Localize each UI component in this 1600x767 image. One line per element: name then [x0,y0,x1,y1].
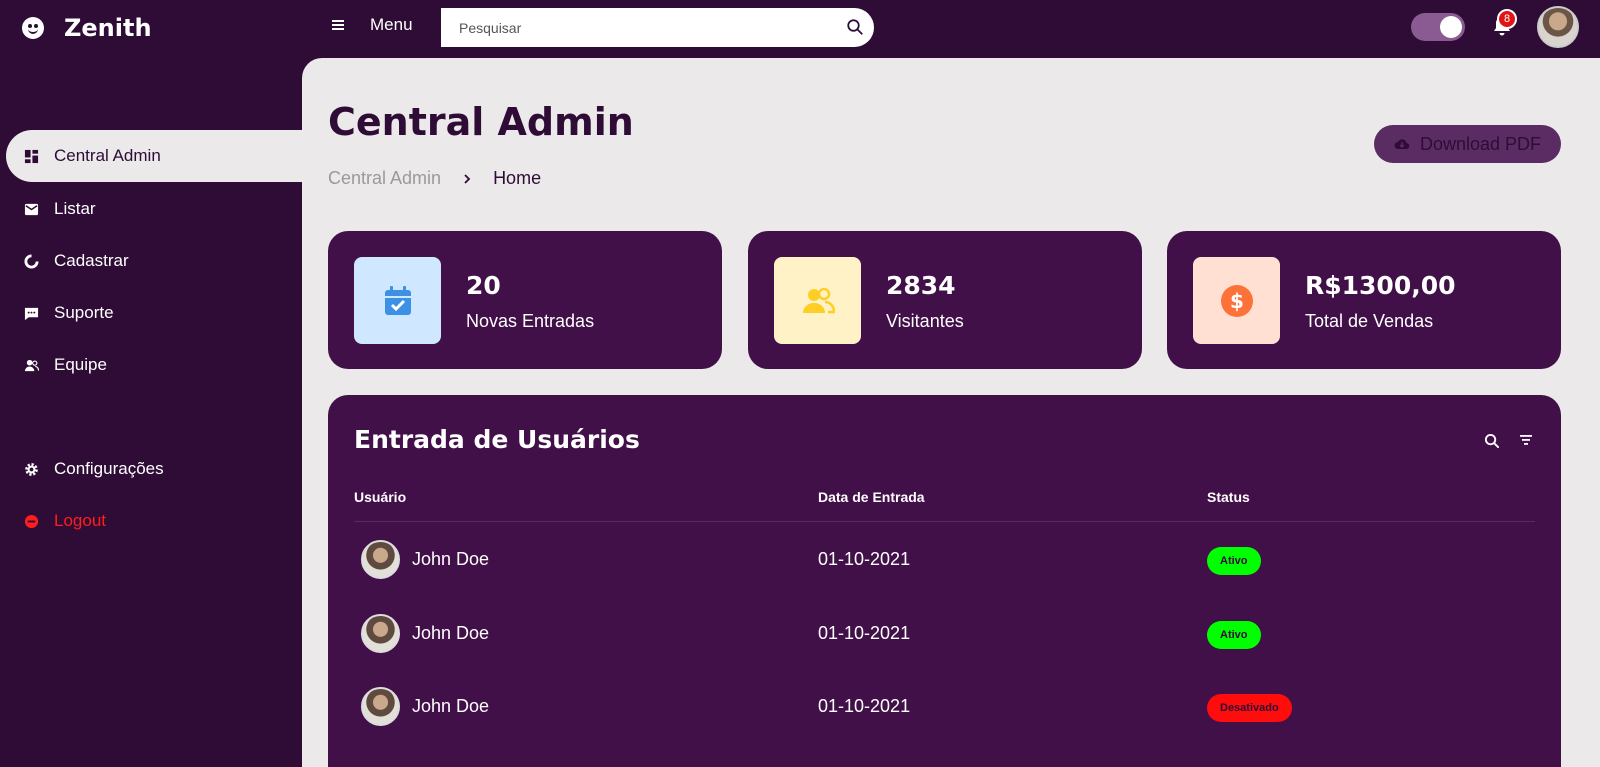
column-header-user[interactable]: Usuário [354,489,406,505]
table-row[interactable]: John Doe 01-10-2021 Ativo [328,540,1561,614]
sidebar-item-label: Equipe [54,355,107,374]
team-icon [24,359,39,371]
status-badge: Ativo [1207,547,1261,575]
avatar [361,540,400,579]
card-value: 20 [466,271,501,300]
entry-date: 01-10-2021 [818,549,911,569]
card-icon-box: $ [1193,257,1280,344]
sidebar-item-label: Central Admin [54,146,161,165]
brand[interactable]: Zenith [22,14,152,42]
top-bar: Zenith Menu 8 [0,0,1600,58]
avatar [361,687,400,726]
smile-icon [22,17,44,39]
search-bar [441,8,874,47]
sidebar-item-label: Cadastrar [54,251,129,270]
hamburger-icon [332,20,344,30]
sidebar-item-label: Listar [54,199,96,218]
dark-mode-toggle[interactable] [1411,13,1465,41]
menu-label: Menu [370,15,413,34]
header-divider [354,521,1535,522]
card-label: Novas Entradas [466,311,595,331]
gear-icon [25,462,38,476]
card-label: Total de Vendas [1305,311,1434,331]
card-icon-box [774,257,861,344]
main-content: Central Admin Central Admin Home Downloa… [302,58,1600,767]
sidebar-item-label: Suporte [54,303,114,322]
user-name: John Doe [412,696,490,716]
logout-icon [24,514,39,528]
mail-icon [24,203,39,215]
card-value: 2834 [886,271,956,300]
stat-card-sales: $ R$1300,00 Total de Vendas [1167,231,1561,369]
people-icon [802,287,835,313]
stat-card-visitors: 2834 Visitantes [748,231,1142,369]
cloud-download-icon [1394,139,1410,150]
stat-card-new-entries: 20 Novas Entradas [328,231,722,369]
sidebar-item-equipe[interactable]: Equipe [6,339,302,391]
chevron-right-icon [464,173,471,184]
table-row[interactable]: John Doe 01-10-2021 Desativado [328,687,1561,761]
menu-button[interactable]: Menu [332,15,413,35]
table-row[interactable]: John Doe 01-10-2021 Ativo [328,614,1561,688]
sidebar-item-logout[interactable]: Logout [6,495,302,547]
table-title: Entrada de Usuários [354,425,640,454]
entry-date: 01-10-2021 [818,696,911,716]
user-name: John Doe [412,549,490,569]
dollar-circle-icon: $ [1220,284,1253,317]
status-badge: Ativo [1207,621,1261,649]
sidebar-item-cadastrar[interactable]: Cadastrar [6,235,302,287]
avatar[interactable] [1537,6,1579,48]
user-entries-table: Entrada de Usuários Usuário Data de Entr… [328,395,1561,767]
download-pdf-button[interactable]: Download PDF [1374,125,1561,163]
search-input[interactable] [441,8,821,47]
dashboard-icon [24,149,39,163]
filter-icon[interactable] [1520,435,1532,445]
sidebar: Central Admin Listar Cadastrar Suporte E… [0,58,302,767]
breadcrumb-current[interactable]: Home [493,168,541,189]
breadcrumb-parent[interactable]: Central Admin [328,168,441,189]
column-header-date[interactable]: Data de Entrada [818,489,925,505]
sidebar-item-central-admin[interactable]: Central Admin [6,130,302,182]
sidebar-item-configuracoes[interactable]: Configurações [6,443,302,495]
user-name: John Doe [412,623,490,643]
sidebar-item-label: Configurações [54,459,164,478]
search-icon[interactable] [846,18,864,36]
breadcrumb: Central Admin Home [328,168,541,189]
entry-date: 01-10-2021 [818,623,911,643]
notification-badge: 8 [1497,9,1517,29]
page-title: Central Admin [328,100,634,144]
brand-name: Zenith [64,14,152,42]
sidebar-item-listar[interactable]: Listar [6,183,302,235]
svg-text:$: $ [1230,289,1244,313]
chat-icon [24,307,39,320]
card-icon-box [354,257,441,344]
card-value: R$1300,00 [1305,271,1456,300]
sidebar-item-suporte[interactable]: Suporte [6,287,302,339]
avatar [361,614,400,653]
chart-pie-icon [24,253,39,269]
toggle-knob [1440,16,1462,38]
calendar-check-icon [384,285,411,315]
column-header-status[interactable]: Status [1207,489,1250,505]
download-pdf-label: Download PDF [1419,133,1542,154]
card-label: Visitantes [886,311,964,331]
sidebar-item-label: Logout [54,511,106,530]
search-icon[interactable] [1484,433,1499,448]
status-badge: Desativado [1207,694,1292,722]
